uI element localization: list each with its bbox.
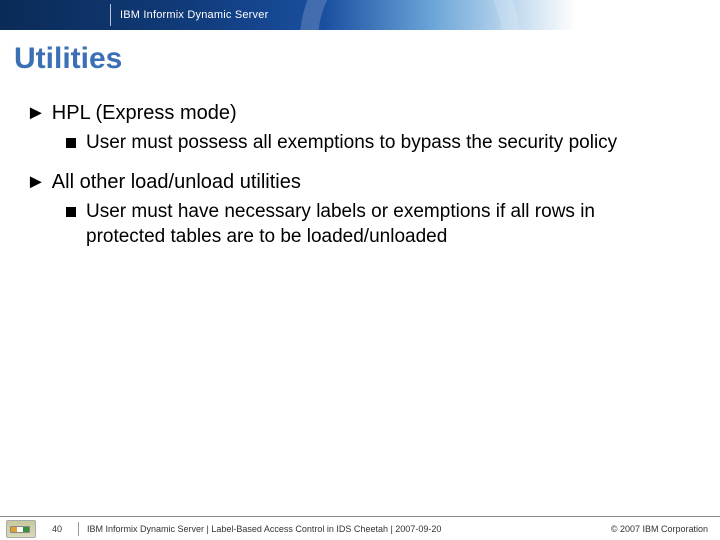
square-bullet-icon (66, 207, 76, 217)
bullet-text: HPL (Express mode) (52, 100, 237, 126)
slide-title: Utilities (14, 42, 122, 76)
bullet-text: All other load/unload utilities (52, 169, 301, 195)
slide: IBM Informix Dynamic Server (0, 0, 720, 540)
copyright-text: © 2007 IBM Corporation (611, 524, 708, 534)
footer-text: IBM Informix Dynamic Server | Label-Base… (87, 524, 441, 534)
header-product-name: IBM Informix Dynamic Server (120, 0, 268, 30)
footer-bar: 40 IBM Informix Dynamic Server | Label-B… (0, 516, 720, 540)
page-number: 40 (44, 524, 70, 534)
footer-logo-icon (6, 520, 36, 538)
bullet-level2: User must have necessary labels or exemp… (66, 199, 694, 249)
header-bar: IBM Informix Dynamic Server (0, 0, 720, 30)
header-divider (110, 4, 111, 26)
ibm-logo (658, 5, 706, 25)
bullet-level1: ► HPL (Express mode) User must possess a… (26, 100, 694, 155)
bullet-level1: ► All other load/unload utilities User m… (26, 169, 694, 249)
footer-divider (78, 522, 79, 536)
slide-content: ► HPL (Express mode) User must possess a… (26, 100, 694, 263)
bullet-level2: User must possess all exemptions to bypa… (66, 130, 694, 155)
bullet-text: User must have necessary labels or exemp… (86, 199, 676, 249)
square-bullet-icon (66, 138, 76, 148)
bullet-text: User must possess all exemptions to bypa… (86, 130, 617, 155)
triangle-bullet-icon: ► (26, 100, 46, 126)
triangle-bullet-icon: ► (26, 169, 46, 195)
